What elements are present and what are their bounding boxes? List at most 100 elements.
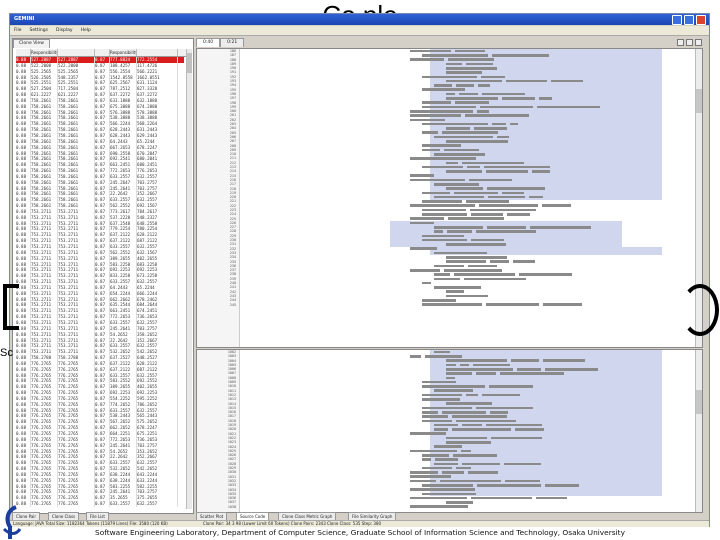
menu-help[interactable]: Help <box>77 28 95 33</box>
code-token <box>444 148 479 152</box>
code-token <box>447 230 472 233</box>
code-token <box>454 191 498 195</box>
code-token <box>466 62 493 66</box>
code-token <box>474 127 507 130</box>
code-token <box>434 350 450 354</box>
slide-decoration-oval <box>681 284 719 336</box>
slide-decoration-bracket <box>3 284 19 330</box>
code-token <box>480 105 533 109</box>
code-token <box>476 372 496 375</box>
code-token <box>468 471 498 474</box>
code-view-bottom[interactable]: 1002 1003 1004 1005 1006 1007 1008 1009 1010 1011… <box>196 349 703 513</box>
code-token <box>460 363 469 367</box>
code-token <box>448 217 504 220</box>
code-token <box>422 208 466 212</box>
code-token <box>461 449 471 453</box>
code-token <box>476 230 536 233</box>
code-token <box>539 97 552 100</box>
column-header[interactable]: Responsibility <box>31 49 58 56</box>
code-token <box>434 152 485 156</box>
column-header[interactable]: Responsibility <box>110 49 137 56</box>
code-token <box>435 458 458 461</box>
table-cell: 632.2557 <box>137 501 178 507</box>
code-token <box>444 268 502 272</box>
code-token <box>446 372 472 375</box>
slide-title-fragment: Co ple <box>250 0 470 14</box>
code-token <box>491 436 542 440</box>
code-token <box>446 79 502 83</box>
file-tab[interactable]: 0:40 <box>196 38 221 47</box>
menu-display[interactable]: Display <box>52 28 77 33</box>
column-header[interactable] <box>58 49 95 56</box>
maximize-button[interactable] <box>684 15 694 25</box>
table-cell: 633.2557 <box>110 501 137 507</box>
column-header[interactable] <box>137 49 178 56</box>
table-row[interactable]: 0.88 776.2765 776.2765 0.87 633.2557 632.2557 <box>16 501 184 507</box>
code-token <box>410 488 475 491</box>
code-token <box>470 208 536 212</box>
menu-settings[interactable]: Settings <box>26 28 52 33</box>
code-token <box>446 363 456 367</box>
code-token <box>473 363 510 367</box>
code-token <box>507 213 530 216</box>
panel-close-button[interactable] <box>695 39 702 46</box>
code-token <box>446 367 513 371</box>
code-token <box>529 195 543 199</box>
clone-table-header: Responsibility Responsibility <box>16 49 188 57</box>
code-token <box>446 290 464 294</box>
scrollbar-thumb[interactable] <box>696 390 702 414</box>
code-token <box>466 393 478 397</box>
code-token <box>410 217 444 220</box>
code-token <box>487 187 545 190</box>
table-cell: 0.87 <box>95 501 110 507</box>
code-token <box>462 423 482 427</box>
code-token <box>422 484 473 487</box>
code-token <box>504 462 541 466</box>
panel-maximize-button[interactable] <box>686 39 693 46</box>
code-token <box>410 118 445 122</box>
panel-minimize-button[interactable] <box>677 39 684 46</box>
code-token <box>422 165 463 169</box>
code-token <box>464 277 526 281</box>
code-token <box>545 484 579 487</box>
clone-table-scrollbar[interactable] <box>186 49 192 509</box>
minimize-button[interactable] <box>672 15 682 25</box>
slide-footer: Software Engineering Laboratory, Departm… <box>95 528 625 537</box>
source-code-panel: 0:40 0:21 186 187 188 189 190 191 192 193 194 195… <box>196 38 704 513</box>
code-token <box>481 75 505 79</box>
code-token <box>446 294 488 298</box>
line-number-gutter: 1002 1003 1004 1005 1006 1007 1008 1009 1010 1011… <box>197 350 240 512</box>
column-header[interactable] <box>16 49 31 56</box>
code-token <box>519 273 572 276</box>
scrollbar-thumb[interactable] <box>187 53 192 73</box>
code-token <box>456 419 516 423</box>
code-scrollbar[interactable] <box>695 350 702 512</box>
code-token <box>502 191 524 195</box>
code-token <box>467 165 480 169</box>
code-token <box>410 432 446 436</box>
code-token <box>422 466 452 470</box>
code-token <box>446 359 507 362</box>
code-token <box>484 165 550 169</box>
code-view-top[interactable]: 186 187 188 189 190 191 192 193 194 195 196 197 198 1… <box>196 48 703 348</box>
code-token <box>410 204 475 208</box>
code-token <box>434 135 493 139</box>
column-header[interactable] <box>95 49 110 56</box>
file-tab[interactable]: 0:21 <box>220 38 245 47</box>
code-token <box>422 492 476 496</box>
code-text-area[interactable] <box>240 350 695 512</box>
code-line <box>240 505 695 509</box>
table-cell: 776.2765 <box>31 501 58 507</box>
tab-clone-view[interactable]: Clone View <box>13 39 50 48</box>
code-text-area[interactable] <box>240 49 695 347</box>
close-button[interactable] <box>696 15 706 25</box>
code-token <box>422 122 488 126</box>
code-token <box>543 303 582 306</box>
code-token <box>452 428 511 431</box>
scrollbar-thumb[interactable] <box>696 89 702 113</box>
slide-side-text: Sc <box>0 347 13 359</box>
menu-file[interactable]: File <box>10 28 26 33</box>
code-token <box>422 234 464 238</box>
code-token <box>446 71 482 74</box>
code-token <box>466 200 509 203</box>
